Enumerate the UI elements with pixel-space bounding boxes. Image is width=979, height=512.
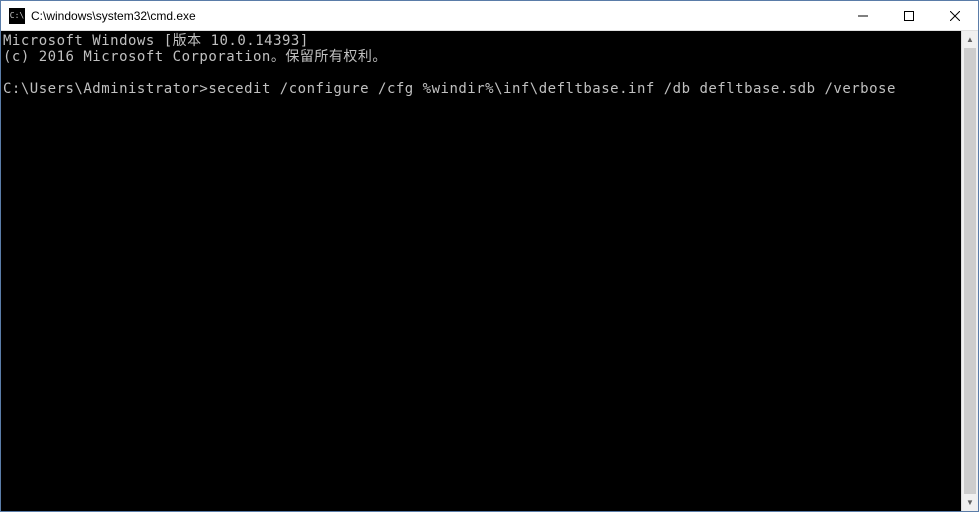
minimize-icon [858,11,868,21]
terminal-command: secedit /configure /cfg %windir%\inf\def… [208,81,896,97]
scroll-up-arrow[interactable]: ▲ [962,31,978,48]
terminal-container: Microsoft Windows [版本 10.0.14393] (c) 20… [1,31,978,511]
close-button[interactable] [932,1,978,30]
vertical-scrollbar[interactable]: ▲ ▼ [961,31,978,511]
minimize-button[interactable] [840,1,886,30]
window-title: C:\windows\system32\cmd.exe [31,9,840,23]
terminal-prompt: C:\Users\Administrator> [3,81,208,97]
window-controls [840,1,978,30]
close-icon [950,11,960,21]
scroll-thumb[interactable] [964,48,976,494]
terminal-line: (c) 2016 Microsoft Corporation。保留所有权利。 [3,49,387,65]
terminal-output[interactable]: Microsoft Windows [版本 10.0.14393] (c) 20… [1,31,961,511]
titlebar: C:\ C:\windows\system32\cmd.exe [1,1,978,31]
maximize-icon [904,11,914,21]
cmd-icon: C:\ [9,8,25,24]
scroll-track[interactable] [962,48,978,494]
scroll-down-arrow[interactable]: ▼ [962,494,978,511]
maximize-button[interactable] [886,1,932,30]
terminal-line: Microsoft Windows [版本 10.0.14393] [3,33,309,49]
